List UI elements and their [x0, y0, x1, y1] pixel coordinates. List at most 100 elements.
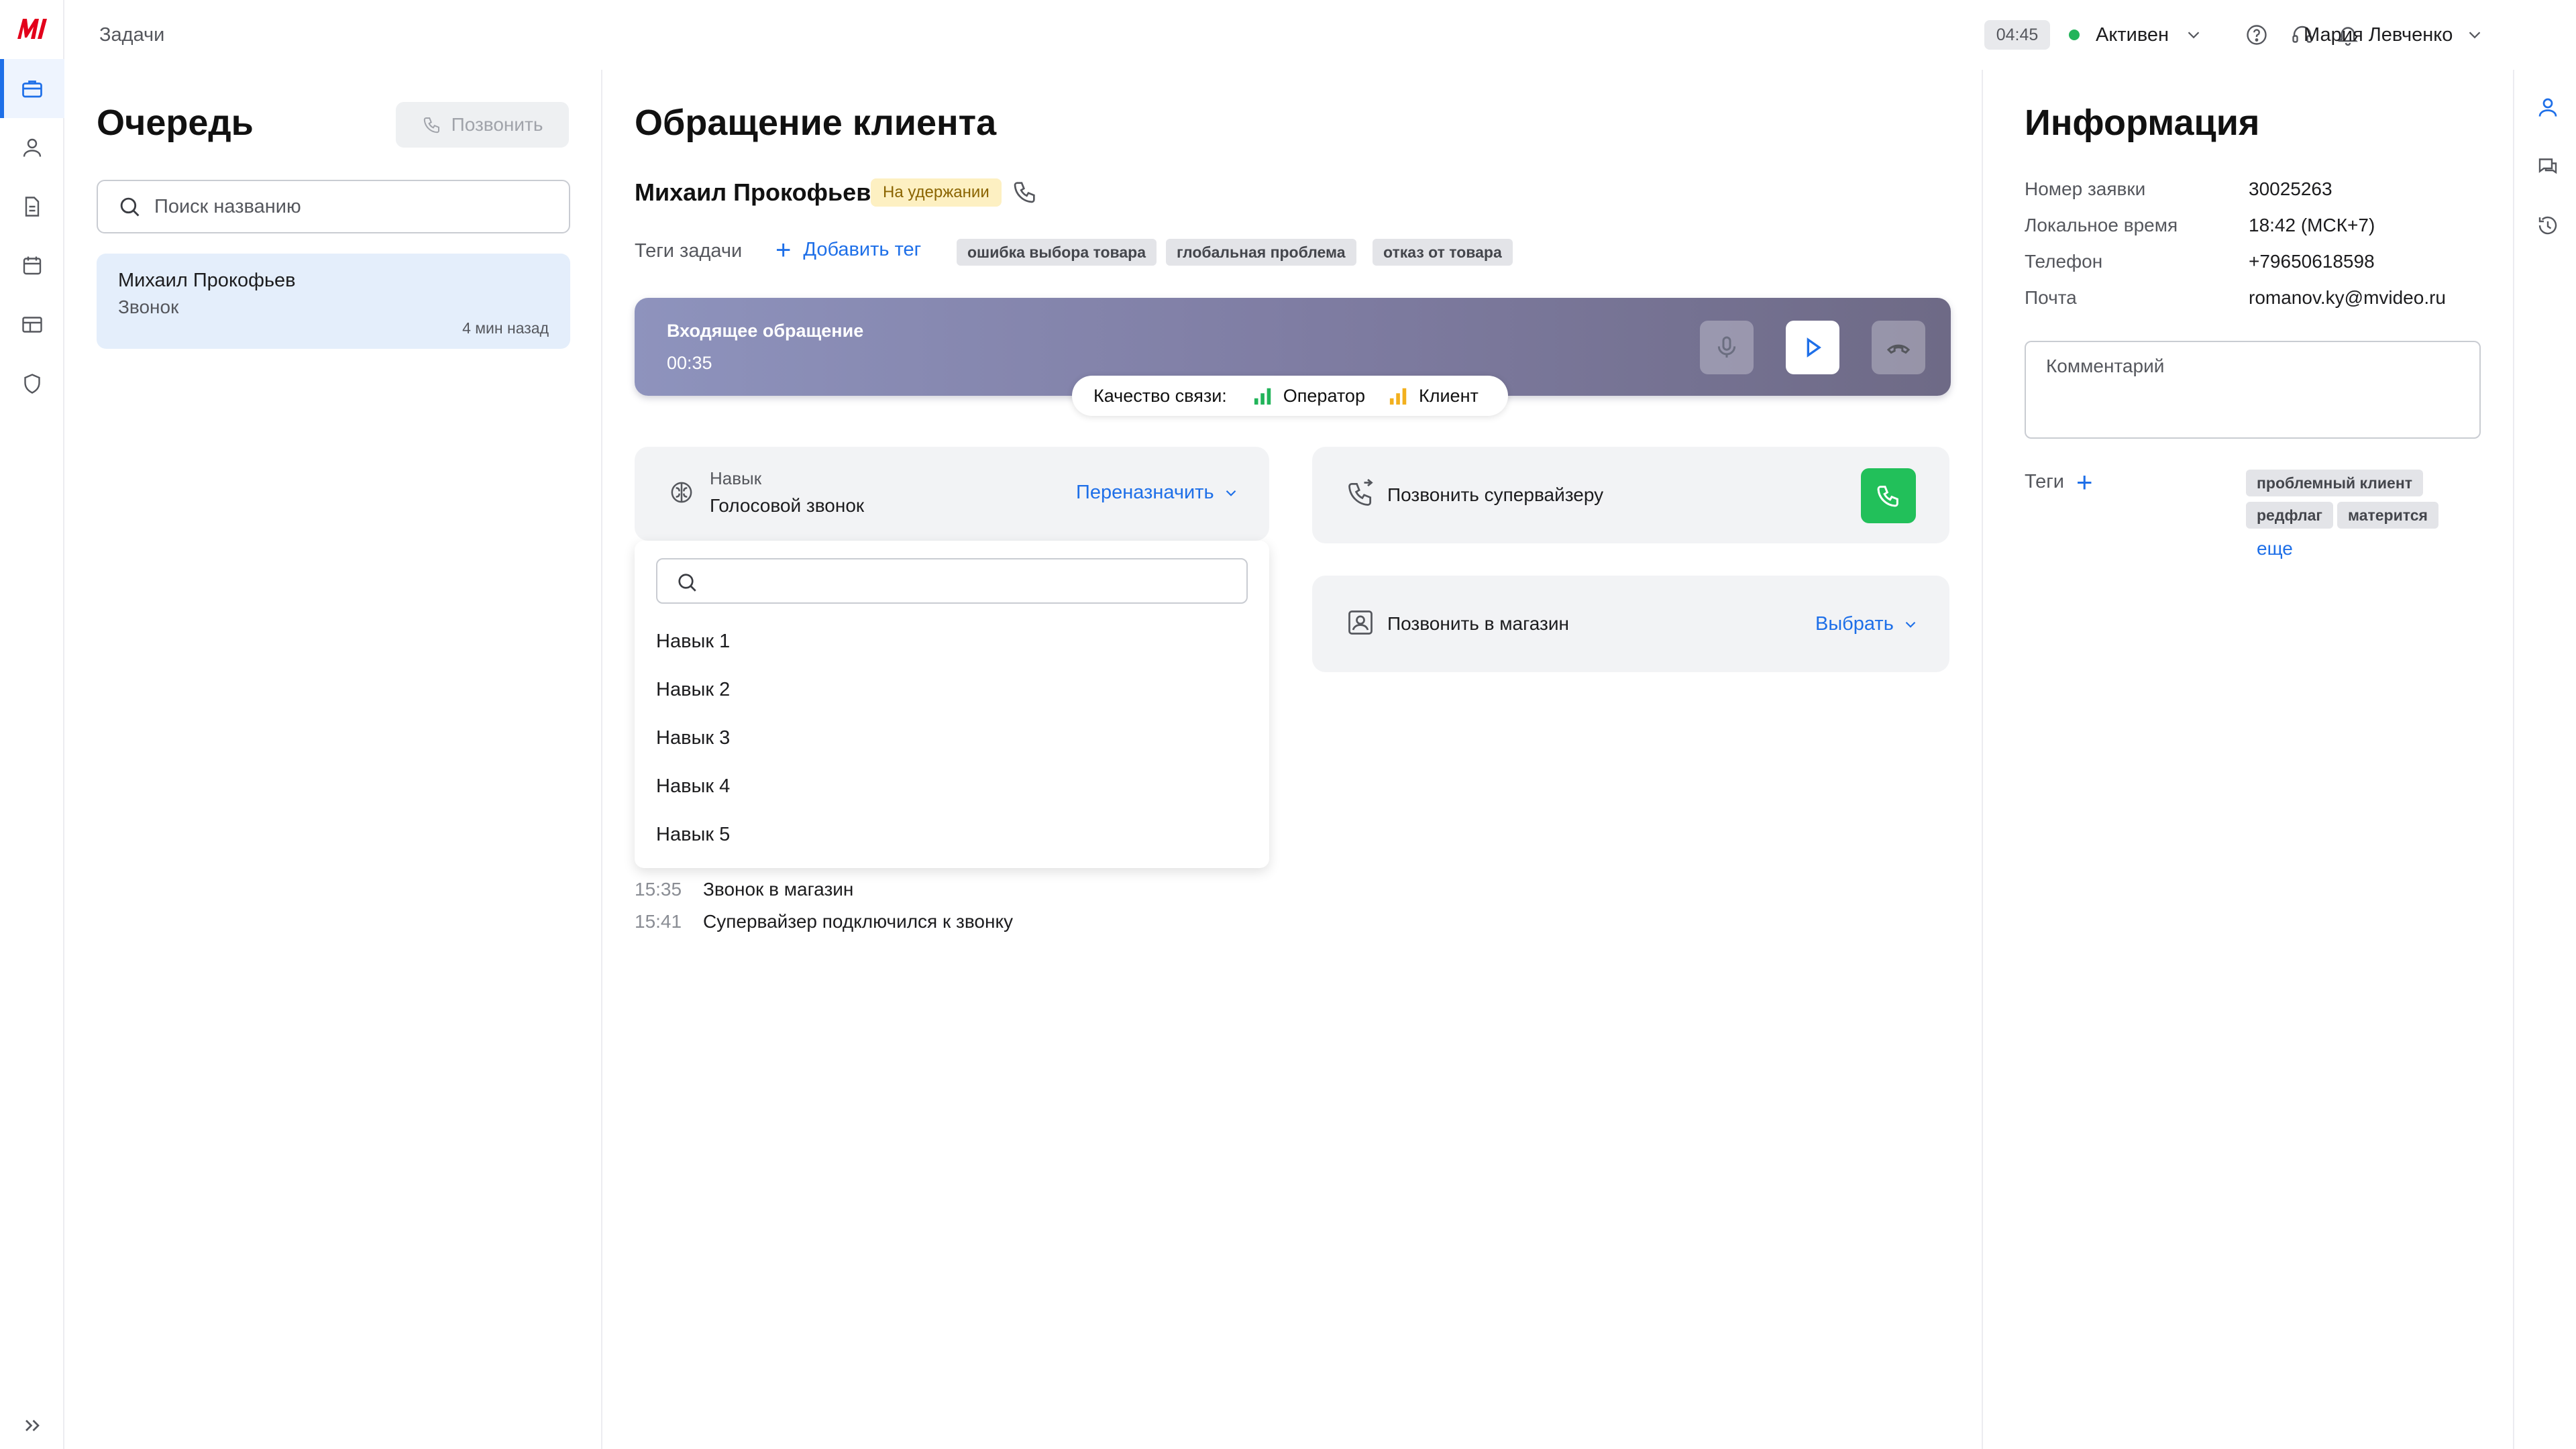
nav-documents[interactable]	[0, 177, 64, 236]
call-title: Входящее обращение	[667, 321, 864, 341]
briefcase-icon	[22, 80, 42, 98]
client-tag[interactable]: матерится	[2337, 502, 2438, 529]
queue-item-time: 4 мин назад	[462, 319, 549, 337]
user-icon	[23, 138, 42, 157]
play-icon	[1807, 337, 1821, 358]
hang-up-button[interactable]	[1872, 321, 1925, 374]
shield-icon	[24, 374, 40, 394]
user-menu[interactable]: Мария Левченко	[2304, 20, 2485, 50]
chevron-down-icon	[1905, 621, 1916, 628]
skill-value: Голосовой звонок	[710, 495, 865, 516]
left-nav-rail	[0, 0, 64, 1449]
user-name: Мария Левченко	[2304, 23, 2453, 46]
status-label: Активен	[2096, 23, 2169, 46]
breadcrumb: Задачи	[99, 24, 165, 46]
skill-label: Навык	[710, 468, 762, 488]
event-text: Супервайзер подключился к звонку	[703, 911, 1014, 932]
task-tag[interactable]: ошибка выбора товара	[957, 239, 1157, 266]
skill-search-input[interactable]	[656, 558, 1248, 604]
chevron-down-icon	[2469, 32, 2481, 39]
chevron-down-icon	[1226, 490, 1236, 496]
event-text: Звонок в магазин	[703, 879, 854, 900]
call-button[interactable]: Позвонить	[396, 102, 569, 148]
hang-up-icon	[1886, 344, 1911, 354]
skill-dropdown-menu: Навык 1 Навык 2 Навык 3 Навык 4 Навык 5	[635, 541, 1269, 868]
call-supervisor-button[interactable]	[1861, 468, 1916, 523]
reassign-dropdown[interactable]: Переназначить	[1076, 482, 1240, 504]
queue-item[interactable]: Михаил Прокофьев Звонок 4 мин назад	[97, 254, 570, 349]
client-name: Михаил Прокофьев	[635, 178, 871, 206]
operator-label: Оператор	[1283, 385, 1365, 406]
call-store-label: Позвонить в магазин	[1387, 613, 1569, 634]
queue-item-type: Звонок	[118, 297, 179, 317]
info-tags-label: Теги +	[2025, 468, 2093, 496]
status-badge: На удержании	[871, 178, 1002, 207]
comment-field[interactable]: Комментарий	[2025, 341, 2481, 439]
call-supervisor-label: Позвонить супервайзеру	[1387, 484, 1604, 505]
skill-option[interactable]: Навык 4	[656, 775, 730, 798]
info-title: Информация	[2025, 103, 2260, 143]
resume-button[interactable]	[1786, 321, 1839, 374]
info-value: 18:42 (МСК+7)	[2249, 215, 2375, 235]
info-value: +79650618598	[2249, 251, 2375, 272]
client-tag[interactable]: проблемный клиент	[2246, 470, 2423, 496]
info-key: Телефон	[2025, 251, 2103, 272]
nav-clients[interactable]	[0, 118, 64, 177]
add-tag-plus-icon[interactable]: +	[2076, 468, 2093, 496]
right-tab-history[interactable]	[2529, 207, 2567, 244]
expand-sidebar-button[interactable]	[0, 1402, 64, 1449]
store-contact-icon	[1348, 610, 1373, 635]
info-value: 30025263	[2249, 178, 2332, 199]
help-icon[interactable]	[2245, 23, 2269, 47]
double-chevron-right-icon	[25, 1419, 40, 1432]
brain-icon	[671, 482, 692, 503]
skill-card: Навык Голосовой звонок Переназначить	[635, 447, 1269, 541]
call-duration: 00:35	[667, 353, 712, 373]
right-rail	[2513, 70, 2576, 1449]
event-log-entry: 15:41 Супервайзер подключился к звонку	[635, 911, 1013, 932]
chat-icon	[2538, 158, 2557, 174]
plus-icon: +	[775, 235, 792, 265]
right-tab-info[interactable]	[2529, 89, 2567, 126]
user-icon	[2538, 98, 2557, 117]
call-button-label: Позвонить	[451, 114, 543, 135]
phone-icon	[1877, 486, 1898, 507]
event-time: 15:41	[635, 911, 682, 932]
search-icon	[678, 574, 696, 592]
phone-icon[interactable]	[1012, 178, 1038, 205]
search-placeholder: Поиск названию	[154, 195, 301, 217]
nav-table[interactable]	[0, 295, 64, 354]
signal-bars-icon	[1254, 388, 1271, 405]
connection-quality: Качество связи: Оператор Клиент	[1072, 376, 1508, 416]
nav-calendar[interactable]	[0, 236, 64, 295]
store-select-dropdown[interactable]: Выбрать	[1815, 613, 1919, 635]
skill-option[interactable]: Навык 3	[656, 727, 730, 749]
task-tags-label: Теги задачи	[635, 240, 743, 262]
queue-title: Очередь	[97, 103, 254, 143]
right-tab-chat[interactable]	[2529, 148, 2567, 185]
brand-logo-icon[interactable]	[15, 15, 51, 42]
nav-security[interactable]	[0, 354, 64, 413]
skill-option[interactable]: Навык 5	[656, 824, 730, 846]
phone-transfer-icon	[1348, 479, 1373, 506]
nav-tasks[interactable]	[0, 59, 64, 118]
quality-label: Качество связи:	[1093, 385, 1227, 406]
calendar-icon	[23, 256, 42, 275]
queue-search-input[interactable]: Поиск названию	[97, 180, 570, 233]
document-icon	[25, 197, 40, 217]
client-tag[interactable]: редфлаг	[2246, 502, 2333, 529]
event-time: 15:35	[635, 879, 682, 900]
reassign-label: Переназначить	[1076, 482, 1214, 503]
more-tags-link[interactable]: еще	[2257, 538, 2293, 559]
column-divider	[601, 70, 602, 1449]
add-tag-button[interactable]: + Добавить тег	[775, 235, 921, 265]
skill-option[interactable]: Навык 1	[656, 631, 730, 653]
info-value: romanov.ky@mvideo.ru	[2249, 287, 2446, 308]
task-tag[interactable]: глобальная проблема	[1166, 239, 1356, 266]
task-tag[interactable]: отказ от товара	[1373, 239, 1513, 266]
status-selector[interactable]: Активен	[2069, 20, 2204, 50]
mute-button[interactable]	[1700, 321, 1754, 374]
store-select-label: Выбрать	[1815, 613, 1894, 635]
microphone-icon	[1717, 336, 1736, 358]
skill-option[interactable]: Навык 2	[656, 679, 730, 701]
